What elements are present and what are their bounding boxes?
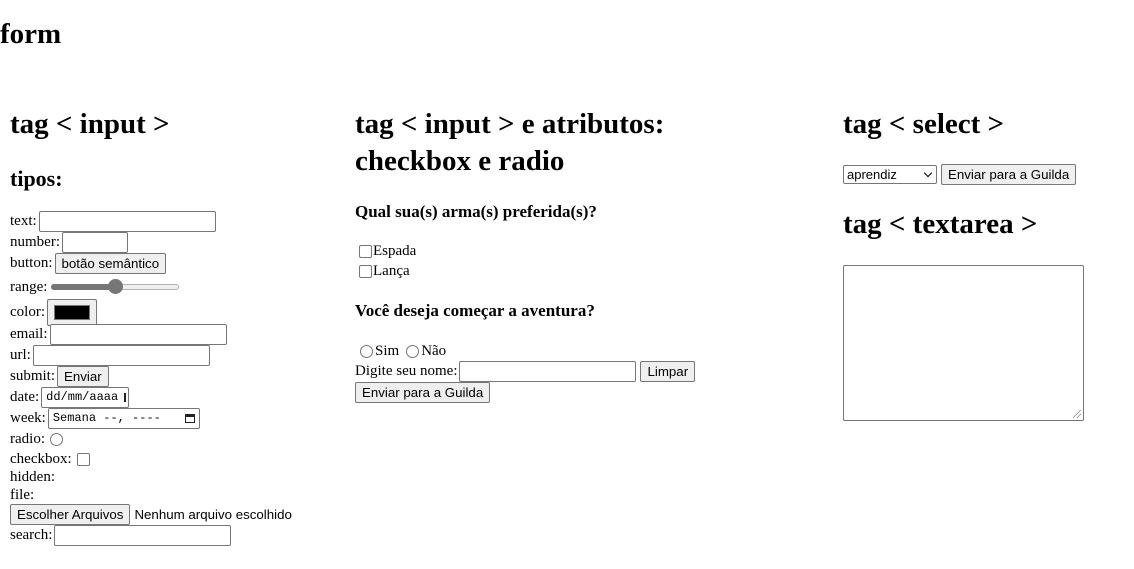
url-label: url: bbox=[10, 346, 31, 363]
input-section-heading: tag < input > bbox=[10, 108, 170, 140]
name-row: Digite seu nome: Limpar bbox=[355, 360, 696, 382]
select-section-heading: tag < select > bbox=[843, 108, 1005, 140]
date-placeholder: dd/mm/aaaa bbox=[46, 390, 119, 404]
search-label: search: bbox=[10, 526, 53, 543]
text-input[interactable] bbox=[38, 210, 216, 232]
range-label: range: bbox=[10, 278, 48, 295]
checkbox-label: checkbox: bbox=[10, 450, 72, 467]
range-fill bbox=[51, 284, 116, 290]
text-row: text: bbox=[10, 210, 216, 232]
radio-row: radio: bbox=[10, 428, 66, 450]
url-row: url: bbox=[10, 344, 210, 366]
adventure-options: Sim Não bbox=[355, 341, 446, 361]
submit-button[interactable]: Enviar bbox=[57, 365, 109, 387]
calendar-icon[interactable] bbox=[124, 392, 127, 402]
button-row: button: botão semântico bbox=[10, 252, 167, 274]
guild-submit-button[interactable]: Enviar para a Guilda bbox=[355, 381, 491, 403]
page-title: form bbox=[0, 18, 62, 50]
week-input[interactable]: Semana --, ---- bbox=[47, 407, 200, 429]
range-slider[interactable] bbox=[51, 279, 180, 295]
submit-row: submit: Enviar bbox=[10, 365, 109, 387]
submit-label: submit: bbox=[10, 367, 56, 384]
weapon-checkbox[interactable] bbox=[359, 244, 372, 258]
email-label: email: bbox=[10, 325, 48, 342]
date-input[interactable]: dd/mm/aaaa bbox=[41, 386, 130, 408]
weapons-question: Qual sua(s) arma(s) preferida(s)? bbox=[355, 202, 597, 221]
number-input[interactable] bbox=[62, 231, 128, 253]
select-row: aprendiz Enviar para a Guilda bbox=[843, 163, 1077, 185]
color-label: color: bbox=[10, 303, 45, 320]
choose-files-button[interactable]: Escolher Arquivos bbox=[10, 503, 131, 525]
color-row: color: bbox=[10, 298, 97, 326]
date-label: date: bbox=[10, 388, 40, 405]
resize-grip-icon[interactable] bbox=[1073, 410, 1081, 418]
hidden-label: hidden: bbox=[10, 468, 55, 485]
email-input[interactable] bbox=[49, 323, 227, 345]
textarea-section-heading: tag < textarea > bbox=[843, 208, 1038, 240]
chevron-down-icon bbox=[923, 168, 933, 177]
search-row: search: bbox=[10, 524, 232, 546]
radio-label: radio: bbox=[10, 430, 45, 447]
types-subheading: tipos: bbox=[10, 166, 63, 191]
file-status: Nenhum arquivo escolhido bbox=[134, 506, 292, 522]
weapon-option[interactable]: Espada bbox=[355, 241, 416, 261]
name-label: Digite seu nome: bbox=[355, 362, 458, 379]
adventure-question: Você deseja começar a aventura? bbox=[355, 301, 595, 320]
semantic-button[interactable]: botão semântico bbox=[54, 252, 167, 274]
attrs-section-heading-line2: checkbox e radio bbox=[355, 145, 565, 177]
url-input[interactable] bbox=[32, 344, 210, 366]
adventure-radio-no[interactable] bbox=[406, 344, 420, 358]
week-label: week: bbox=[10, 409, 46, 426]
text-label: text: bbox=[10, 212, 37, 229]
attrs-section-heading: tag < input > e atributos: bbox=[355, 108, 665, 140]
week-placeholder: Semana --, ---- bbox=[52, 411, 161, 425]
color-swatch bbox=[54, 304, 90, 320]
file-label: file: bbox=[10, 486, 35, 503]
adventure-label-yes: Sim bbox=[375, 342, 400, 359]
adventure-label-no: Não bbox=[421, 342, 447, 359]
range-row: range: bbox=[10, 276, 180, 298]
email-row: email: bbox=[10, 323, 227, 345]
radio-input[interactable] bbox=[50, 432, 63, 446]
calendar-icon[interactable] bbox=[184, 413, 195, 423]
search-input[interactable] bbox=[54, 524, 232, 546]
range-thumb[interactable] bbox=[108, 279, 124, 294]
rank-select-value: aprendiz bbox=[847, 166, 897, 182]
date-row: date: dd/mm/aaaa bbox=[10, 386, 130, 408]
message-textarea[interactable] bbox=[843, 265, 1084, 421]
checkbox-input[interactable] bbox=[76, 452, 90, 466]
name-input[interactable] bbox=[459, 360, 637, 382]
number-label: number: bbox=[10, 233, 60, 250]
select-submit-button[interactable]: Enviar para a Guilda bbox=[941, 163, 1077, 185]
weapon-checkbox[interactable] bbox=[359, 264, 372, 278]
guild-submit-row: Enviar para a Guilda bbox=[355, 381, 491, 403]
week-row: week: Semana --, ---- bbox=[10, 407, 200, 429]
file-row: Escolher Arquivos Nenhum arquivo escolhi… bbox=[10, 503, 292, 525]
adventure-radio-yes[interactable] bbox=[360, 344, 373, 358]
weapon-option[interactable]: Lança bbox=[355, 261, 410, 281]
number-row: number: bbox=[10, 231, 128, 253]
reset-button[interactable]: Limpar bbox=[640, 360, 696, 382]
color-picker[interactable] bbox=[47, 298, 97, 326]
rank-select[interactable]: aprendiz bbox=[843, 164, 937, 184]
weapon-label: Lança bbox=[373, 262, 410, 279]
weapon-label: Espada bbox=[373, 242, 417, 259]
button-label: button: bbox=[10, 254, 53, 271]
